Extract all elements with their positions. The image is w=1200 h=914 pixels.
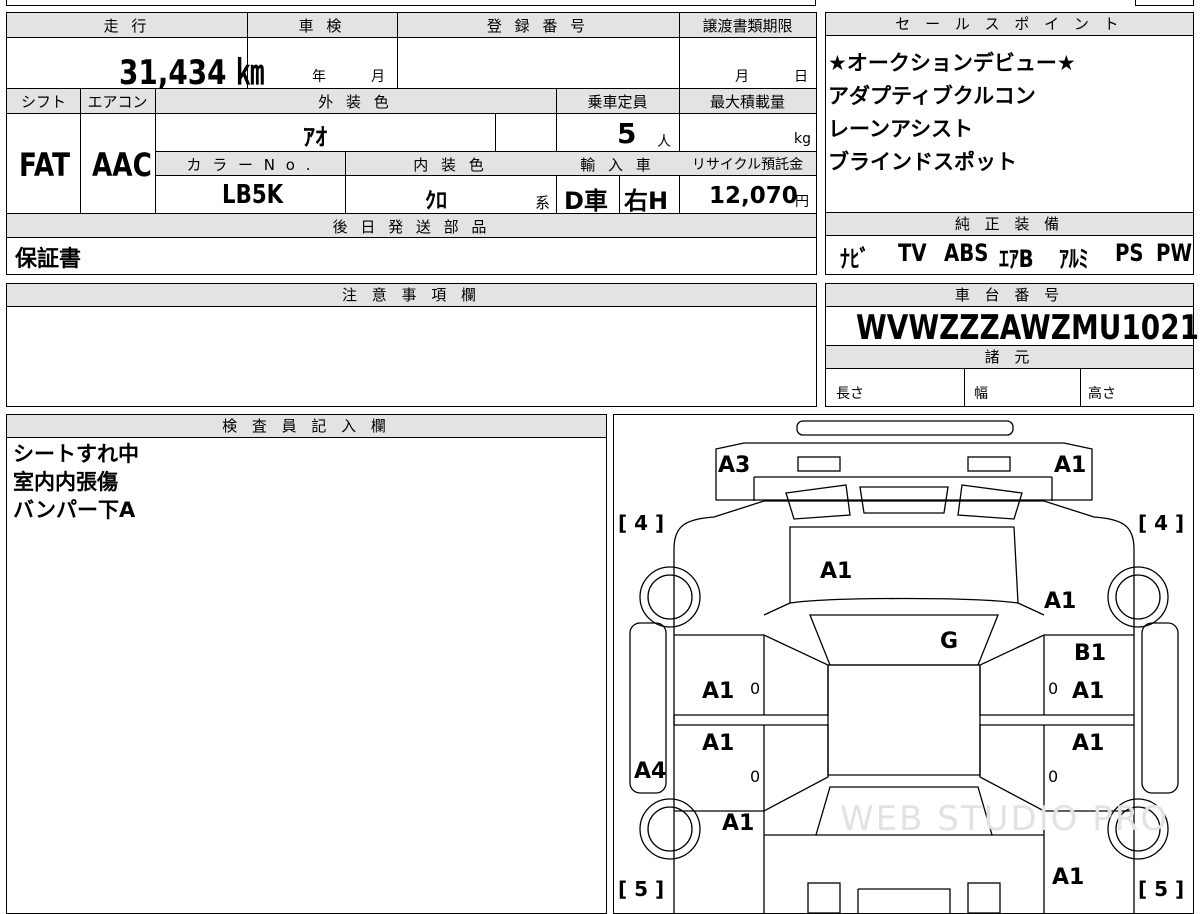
inspector-line: バンパー下A — [13, 498, 136, 522]
equipment-box: 純 正 装 備 ﾅﾋﾞ TV ABS ｴｱB ｱﾙﾐ PS PW — [825, 212, 1194, 275]
damage-mark: B1 — [1074, 641, 1107, 666]
sales-points-label: セ ー ル ス ポ イ ン ト — [826, 13, 1193, 36]
transfer-day: 日 — [794, 69, 808, 85]
max-load-unit: kg — [794, 131, 811, 147]
transfer-month: 月 — [735, 69, 749, 85]
capacity-label: 乗車定員 — [587, 93, 648, 111]
capacity-value: 5 — [617, 117, 637, 150]
recycle-value: 12,070 — [709, 183, 798, 209]
inspector-line: シートすれ中 — [13, 442, 139, 466]
inspector-label: 検 査 員 記 入 欄 — [7, 415, 606, 438]
damage-mark: G — [940, 629, 959, 654]
equipment-item: ABS — [944, 239, 989, 267]
damage-mark: A1 — [1044, 589, 1077, 614]
watermark: WEB STUDIO PRO — [840, 799, 1170, 839]
tire-front-left: [ 4 ] — [618, 511, 665, 535]
equipment-item: ｴｱB — [999, 245, 1034, 273]
chassis-number: WVWZZZAWZMU102131 — [856, 308, 1200, 348]
vehicle-info-table: 走 行 車 検 登 録 番 号 譲渡書類期限 31,434 ㎞ 年 月 月 日 … — [6, 12, 817, 275]
inspector-box: 検 査 員 記 入 欄 シートすれ中 室内内張傷 バンパー下A — [6, 414, 607, 914]
damage-mark: A1 — [1052, 865, 1085, 890]
notes-label: 注 意 事 項 欄 — [7, 284, 816, 307]
damage-mark: A1 — [702, 731, 735, 756]
chassis-label: 車 台 番 号 — [826, 284, 1193, 307]
spec-height: 高さ — [1088, 386, 1116, 402]
import-h: 右H — [624, 187, 669, 215]
damage-mark: A1 — [1072, 679, 1105, 704]
max-load-label: 最大積載量 — [709, 93, 785, 111]
interior-color-value: ｸﾛ — [425, 189, 448, 214]
registration-label: 登 録 番 号 — [486, 17, 590, 35]
interior-color-label: 内 装 色 — [413, 156, 488, 174]
damage-mark: A3 — [718, 453, 751, 478]
damage-mark: A4 — [634, 759, 667, 784]
mileage-value: 31,434 ㎞ — [119, 53, 265, 93]
damage-mark: 0 — [750, 679, 761, 698]
equipment-item: PW — [1156, 239, 1193, 267]
sales-point-item: アダプティブクルコン — [828, 84, 1036, 108]
sales-point-item: ブラインドスポット — [828, 150, 1017, 174]
spec-length: 長さ — [836, 386, 864, 402]
color-no-label: カ ラ ー N o . — [186, 156, 314, 174]
shift-label: シフト — [20, 93, 66, 111]
equipment-item: TV — [898, 239, 927, 267]
tire-rear-left: [ 5 ] — [618, 877, 665, 901]
ac-label: エアコン — [87, 93, 148, 111]
equipment-label: 純 正 装 備 — [826, 213, 1193, 236]
equipment-item: ﾅﾋﾞ — [840, 245, 870, 273]
specs-label: 諸 元 — [826, 346, 1193, 369]
exterior-color-label: 外 装 色 — [318, 93, 393, 111]
damage-mark: A1 — [1054, 453, 1087, 478]
interior-suffix: 系 — [535, 194, 551, 212]
inspection-month: 月 — [371, 69, 385, 85]
mileage-label: 走 行 — [103, 17, 151, 35]
tire-rear-right: [ 5 ] — [1138, 877, 1185, 901]
damage-mark: A1 — [820, 559, 853, 584]
exterior-color-value: ｱｵ — [303, 123, 327, 151]
later-parts-label: 後 日 発 送 部 品 — [332, 218, 491, 236]
sales-point-item: ★オークションデビュー★ — [828, 51, 1076, 75]
sales-point-item: レーンアシスト — [828, 117, 974, 141]
import-label: 輸 入 車 — [580, 156, 655, 174]
inspection-year: 年 — [312, 69, 326, 85]
equipment-item: ｱﾙﾐ — [1059, 245, 1089, 273]
cutoff-row — [6, 0, 816, 6]
damage-mark: 0 — [1048, 679, 1059, 698]
damage-mark: A1 — [702, 679, 735, 704]
capacity-unit: 人 — [657, 134, 671, 150]
later-parts-value: 保証書 — [15, 247, 82, 272]
tire-front-right: [ 4 ] — [1138, 511, 1185, 535]
damage-diagram: A3 A1 A1 A1 G B1 A1 0 0 A1 A1 A1 A4 0 0 … — [613, 414, 1194, 914]
import-d: D車 — [564, 187, 608, 215]
inspection-label: 車 検 — [298, 17, 346, 35]
spec-width: 幅 — [974, 386, 988, 402]
color-no-value: LB5K — [222, 180, 284, 210]
damage-mark: 0 — [750, 767, 761, 786]
chassis-box: 車 台 番 号 WVWZZZAWZMU102131 諸 元 長さ 幅 高さ — [825, 283, 1200, 407]
recycle-unit: 円 — [795, 194, 809, 210]
inspector-line: 室内内張傷 — [13, 470, 118, 494]
notes-box: 注 意 事 項 欄 — [6, 283, 817, 407]
damage-mark: A1 — [722, 811, 755, 836]
recycle-label: リサイクル預託金 — [691, 157, 804, 173]
transfer-deadline-label: 譲渡書類期限 — [702, 17, 793, 35]
damage-mark: A1 — [1072, 731, 1105, 756]
ac-value: AAC — [92, 146, 152, 184]
damage-mark: 0 — [1048, 767, 1059, 786]
cutoff-row-right — [1135, 0, 1194, 6]
shift-value: FAT — [19, 146, 71, 184]
equipment-item: PS — [1115, 239, 1144, 267]
sales-points-box: セ ー ル ス ポ イ ン ト ★オークションデビュー★ アダプティブクルコン … — [825, 12, 1194, 214]
